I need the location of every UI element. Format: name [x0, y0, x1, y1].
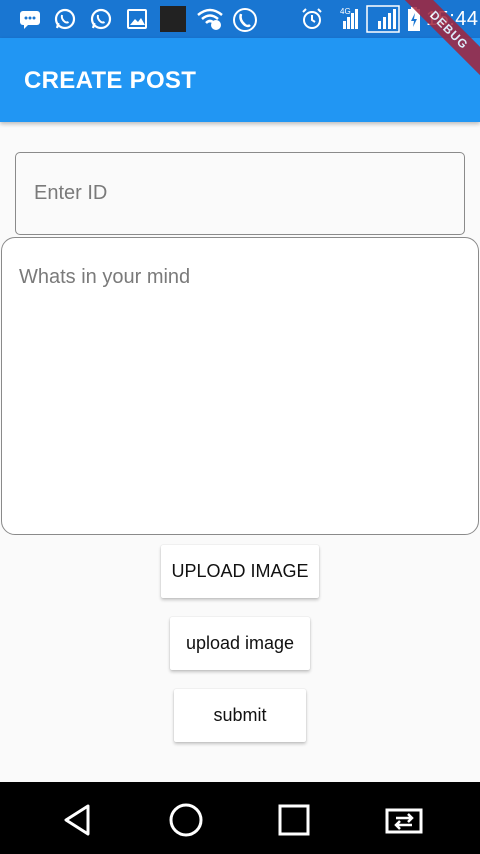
wifi-icon — [197, 8, 223, 30]
app-bar: CREATE POST — [0, 38, 480, 122]
alarm-icon — [302, 8, 322, 29]
upload-image-button-secondary[interactable]: upload image — [170, 617, 310, 670]
recents-icon[interactable] — [274, 800, 314, 840]
signal-icon — [343, 9, 358, 29]
home-icon[interactable] — [166, 800, 206, 840]
message-icon — [20, 11, 40, 29]
signal-icon — [366, 5, 400, 33]
image-icon — [127, 9, 147, 29]
post-field[interactable] — [1, 237, 479, 535]
app-thumbnail-icon — [160, 6, 186, 32]
post-textarea[interactable] — [2, 238, 478, 534]
id-input[interactable] — [16, 153, 464, 234]
id-field[interactable] — [15, 152, 465, 235]
status-bar: 4G 15:44 — [0, 0, 480, 38]
system-nav-bar — [0, 782, 480, 854]
upload-image-button-primary[interactable]: UPLOAD IMAGE — [161, 545, 319, 598]
submit-button[interactable]: submit — [174, 689, 306, 742]
screen-switch-icon[interactable] — [384, 800, 424, 840]
phone-icon — [233, 8, 257, 32]
page-title: CREATE POST — [24, 67, 197, 94]
whatsapp-icon — [54, 8, 76, 30]
back-icon[interactable] — [58, 800, 98, 840]
whatsapp-icon — [90, 8, 112, 30]
